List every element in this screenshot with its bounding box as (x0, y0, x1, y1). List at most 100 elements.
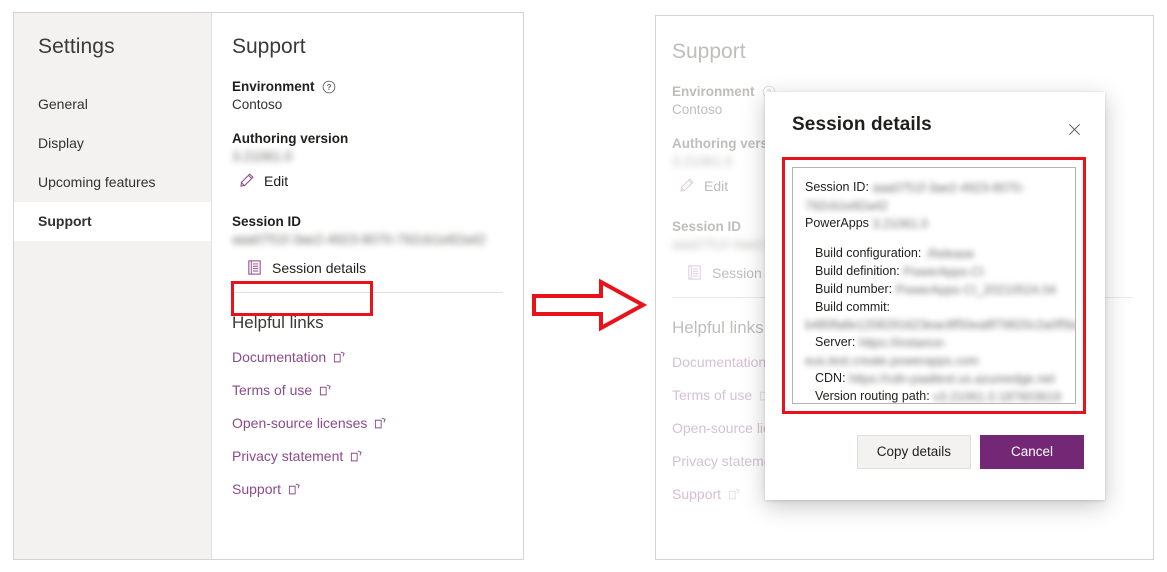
detail-session-id-cont: 792cb1e82a42 (805, 197, 1063, 215)
detail-cdn-value: https://cdn-paaltest.us.azureedge.net (849, 372, 1055, 386)
detail-build-definition-label: Build definition: (815, 264, 900, 278)
detail-spacer (805, 233, 1063, 245)
cancel-button[interactable]: Cancel (980, 435, 1084, 469)
dialog-title: Session details (792, 114, 932, 135)
environment-field: Environment ? Contoso (232, 79, 523, 112)
page-title-dimmed: Support (672, 40, 746, 63)
list-document-icon (246, 259, 263, 276)
detail-build-commit-value: b480fa8e1208291623eac8f50ea8f79820c2a0f5… (805, 318, 1076, 332)
session-id-field: Session ID aaa0751f-3ae2-4923-8070-792cb… (232, 214, 523, 247)
session-id-label: Session ID (232, 214, 302, 229)
session-details-dialog: Session details Session ID: aaa0751f-3ae… (765, 92, 1105, 500)
detail-session-id: Session ID: aaa0751f-3ae2-4923-8070- (805, 179, 1063, 197)
link-terms-of-use[interactable]: Terms of use (232, 382, 332, 398)
environment-label-row: Environment ? (232, 79, 523, 94)
helpful-links-title: Helpful links (232, 313, 324, 332)
settings-sidebar: Settings General Display Upcoming featur… (14, 13, 212, 559)
detail-cdn: CDN: https://cdn-paaltest.us.azureedge.n… (805, 370, 1063, 388)
external-link-icon (288, 483, 301, 496)
detail-build-configuration-label: Build configuration: (815, 246, 922, 260)
link-open-source-licenses[interactable]: Open-source licenses (232, 415, 387, 431)
sidebar-item-general[interactable]: General (14, 85, 211, 124)
pencil-icon (238, 172, 255, 189)
external-link-icon (374, 417, 387, 430)
settings-title: Settings (38, 35, 115, 58)
link-support-dimmed: Support (672, 486, 741, 502)
detail-build-configuration: Build configuration: .Release (805, 245, 1063, 263)
detail-build-commit-label: Build commit: (815, 300, 891, 314)
environment-value: Contoso (232, 97, 283, 112)
detail-build-commit: Build commit: (805, 299, 1063, 316)
session-details-button[interactable]: Session details (240, 253, 366, 282)
support-content: Support Environment ? Contoso Authoring … (212, 13, 523, 559)
details-highlight-box: Session ID: aaa0751f-3ae2-4923-8070- 792… (782, 157, 1086, 414)
sidebar-item-upcoming-features[interactable]: Upcoming features (14, 163, 211, 202)
detail-server-value-cont-row: eus.test.create.powerapps.com (805, 352, 1063, 370)
screenshot-stage: Settings General Display Upcoming featur… (0, 0, 1167, 572)
settings-panel-before: Settings General Display Upcoming featur… (13, 12, 524, 560)
pencil-icon (678, 177, 695, 194)
detail-version-routing-path-value: v3.21061.0.187603619 (933, 390, 1062, 404)
external-link-icon (728, 488, 741, 501)
detail-cdn-label: CDN: (815, 371, 846, 385)
detail-server: Server: https://instance- (805, 334, 1063, 352)
detail-server-value: https://instance- (858, 336, 948, 350)
authoring-version-field: Authoring version 3.21061.0 Edit (232, 131, 523, 195)
copy-details-button[interactable]: Copy details (856, 435, 971, 469)
link-terms-of-use-dimmed: Terms of use (672, 387, 772, 403)
list-document-icon (686, 264, 703, 281)
detail-build-number-label: Build number: (815, 282, 893, 296)
link-terms-of-use-label-dimmed: Terms of use (672, 387, 753, 403)
link-support[interactable]: Support (232, 481, 301, 497)
page-title: Support (232, 35, 306, 58)
help-circle-icon[interactable]: ? (322, 80, 336, 94)
authoring-version-label: Authoring version (232, 131, 349, 146)
detail-session-id-label: Session ID: (805, 180, 869, 194)
detail-version-routing-path-label: Version routing path: (815, 389, 930, 403)
link-privacy-statement-label: Privacy statement (232, 448, 344, 464)
environment-label: Environment (232, 79, 315, 94)
detail-powerapps: PowerApps 3.21061.0 (805, 215, 1063, 233)
detail-build-definition-value: PowerApps-CI (903, 265, 984, 279)
link-documentation-label: Documentation (232, 349, 327, 365)
link-documentation-label-dimmed: Documentation (672, 354, 767, 370)
close-x-icon[interactable] (1061, 116, 1087, 142)
link-terms-of-use-label: Terms of use (232, 382, 313, 398)
edit-button[interactable]: Edit (232, 166, 288, 195)
detail-build-configuration-value: .Release (924, 247, 975, 261)
detail-session-id-value: aaa0751f-3ae2-4923-8070- (872, 181, 1025, 195)
edit-label-dimmed: Edit (704, 177, 729, 194)
detail-server-value-cont: eus.test.create.powerapps.com (805, 354, 979, 368)
link-open-source-licenses-label: Open-source licenses (232, 415, 368, 431)
external-link-icon (333, 351, 346, 364)
detail-powerapps-value: 3.21061.0 (872, 217, 929, 231)
session-details-readonly-box[interactable]: Session ID: aaa0751f-3ae2-4923-8070- 792… (792, 167, 1076, 404)
detail-version-routing-path: Version routing path: v3.21061.0.1876036… (805, 388, 1063, 404)
edit-button-dimmed: Edit (672, 171, 728, 200)
dialog-header: Session details (765, 92, 1105, 142)
detail-server-label: Server: (815, 335, 856, 349)
link-documentation[interactable]: Documentation (232, 349, 346, 365)
sidebar-item-support[interactable]: Support (14, 202, 211, 241)
detail-session-id-value-cont: 792cb1e82a42 (805, 199, 888, 213)
detail-powerapps-label: PowerApps (805, 216, 869, 230)
edit-label: Edit (264, 172, 289, 189)
content-divider (232, 292, 503, 293)
environment-label-dimmed: Environment (672, 84, 755, 99)
detail-build-number: Build number: PowerApps-CI_20210524.04 (805, 281, 1063, 299)
svg-text:?: ? (326, 82, 331, 91)
detail-build-definition: Build definition: PowerApps-CI (805, 263, 1063, 281)
sidebar-item-display[interactable]: Display (14, 124, 211, 163)
external-link-icon (350, 450, 363, 463)
link-privacy-statement[interactable]: Privacy statement (232, 448, 363, 464)
session-id-value: aaa0751f-3ae2-4923-8070-792cb1e82a42 (232, 232, 486, 247)
link-support-label-dimmed: Support (672, 486, 722, 502)
session-details-label: Session details (272, 259, 367, 276)
link-support-label: Support (232, 481, 282, 497)
right-arrow-outline-icon (531, 276, 648, 334)
external-link-icon (319, 384, 332, 397)
detail-build-number-value: PowerApps-CI_20210524.04 (895, 283, 1057, 297)
dialog-footer: Copy details Cancel (765, 414, 1105, 469)
detail-build-commit-value-row: b480fa8e1208291623eac8f50ea8f79820c2a0f5… (805, 316, 1075, 334)
authoring-version-value: 3.21061.0 (232, 149, 293, 164)
